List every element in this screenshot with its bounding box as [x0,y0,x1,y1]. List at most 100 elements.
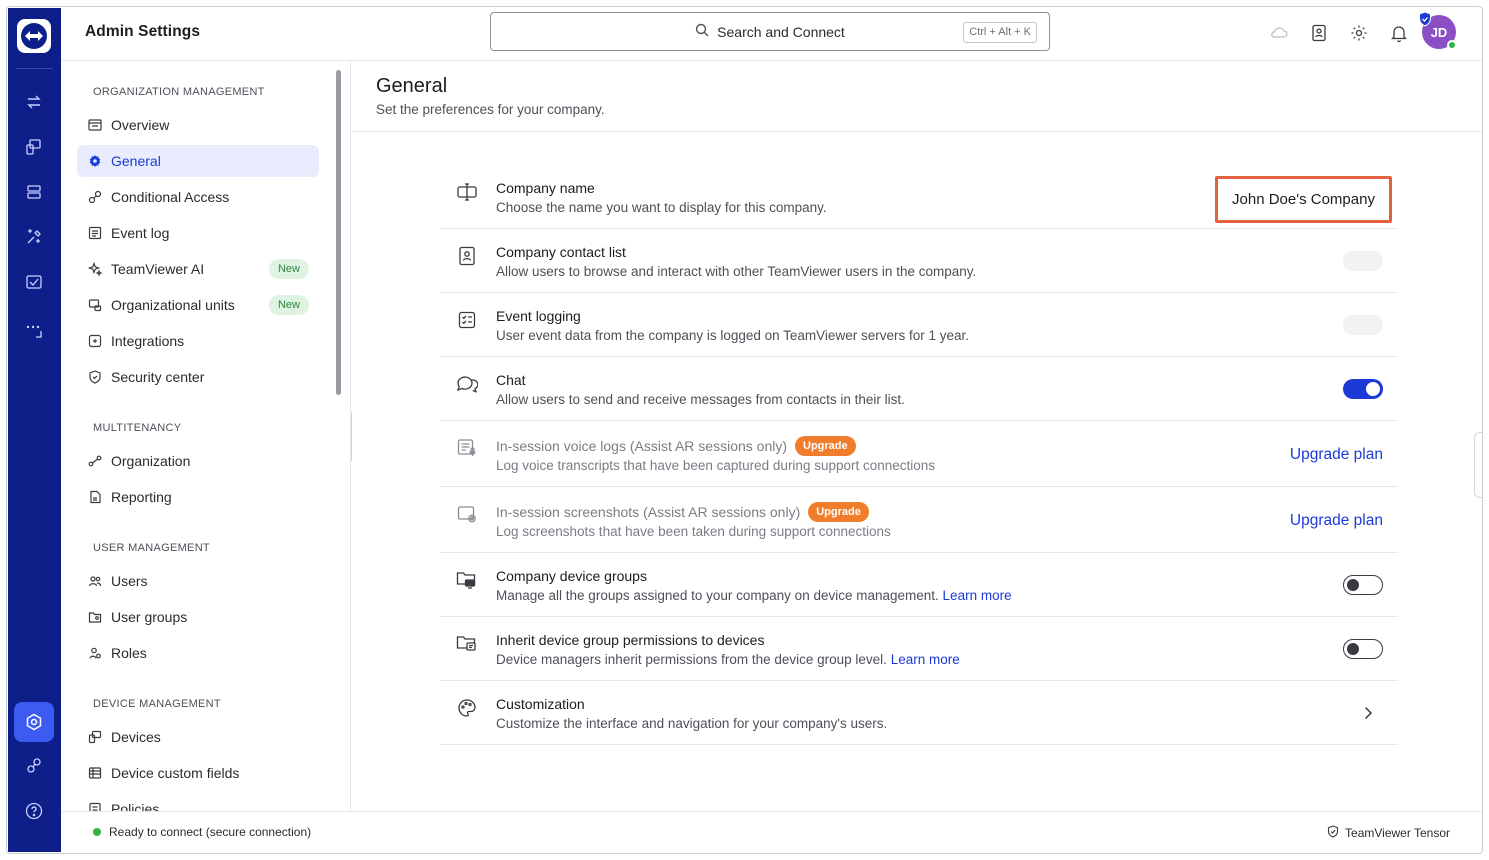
page-title: General [376,75,448,97]
section-user-management: USER MANAGEMENT [93,542,210,554]
new-badge: New [268,295,309,315]
sidebar-item-event-log[interactable]: Event log [77,217,319,249]
sidebar-item-label: User groups [111,609,188,625]
chat-toggle[interactable] [1343,379,1383,399]
devices-icon [87,729,103,745]
monitoring-icon[interactable] [22,270,46,294]
setting-row-chat: Chat Allow users to send and receive mes… [440,357,1398,421]
sidebar-item-label: Security center [111,369,205,385]
sidebar-item-roles[interactable]: Roles [77,637,319,669]
company-name-field[interactable]: John Doe's Company [1215,176,1392,223]
sidebar-item-policies[interactable]: Policies [77,793,319,811]
setting-row-company-name: Company name Choose the name you want to… [440,165,1398,229]
search-input[interactable]: Search and Connect Ctrl + Alt + K [490,12,1050,51]
app-window: Admin Settings Search and Connect Ctrl +… [0,0,1489,860]
sessions-icon[interactable] [22,180,46,204]
integrations-rail-icon[interactable] [22,754,46,778]
more-icon[interactable] [22,318,46,342]
sidebar-item-overview[interactable]: Overview [77,109,319,141]
sidebar-item-device-custom-fields[interactable]: Device custom fields [77,757,319,789]
sidebar-item-user-groups[interactable]: User groups [77,601,319,633]
page-subtitle: Set the preferences for your company. [376,102,605,117]
admin-settings-rail-icon[interactable] [14,702,54,742]
teamviewer-logo-icon[interactable] [17,19,51,53]
sidebar-item-label: Users [111,573,148,589]
upgrade-plan-link[interactable]: Upgrade plan [1290,512,1383,530]
sidebar-item-label: Organizational units [111,297,235,313]
sidebar-item-organization[interactable]: Organization [77,445,319,477]
sidebar-item-label: General [111,153,161,169]
sidebar-scrollbar[interactable] [336,70,341,395]
integrations-icon [87,333,103,349]
main-content: General Set the preferences for your com… [352,62,1482,811]
side-panel-handle[interactable] [1474,432,1482,498]
setting-description: Allow users to send and receive messages… [496,392,905,407]
bell-icon[interactable] [1388,22,1410,44]
settings-gear-icon[interactable] [1348,22,1370,44]
app-title: Admin Settings [85,23,201,40]
setting-title: Company contact list [496,244,626,260]
learn-more-link[interactable]: Learn more [943,588,1012,603]
sidebar-item-integrations[interactable]: Integrations [77,325,319,357]
tools-icon[interactable] [22,225,46,249]
contacts-icon[interactable] [1308,22,1330,44]
title-divider [352,131,1482,132]
voice-log-icon [456,437,478,459]
sidebar-item-label: Roles [111,645,147,661]
setting-description: Choose the name you want to display for … [496,200,827,215]
setting-title: Company name [496,180,595,196]
overview-icon [87,117,103,133]
sidebar-item-reporting[interactable]: Reporting [77,481,319,513]
event-log-icon [87,225,103,241]
upgrade-badge: Upgrade [808,502,869,522]
upgrade-plan-link[interactable]: Upgrade plan [1290,446,1383,464]
tensor-label: TeamViewer Tensor [1327,825,1450,841]
inherit-permissions-toggle[interactable] [1343,639,1383,659]
user-groups-icon [87,609,103,625]
contact-list-toggle[interactable] [1343,251,1383,271]
reporting-icon [87,489,103,505]
setting-description: Allow users to browse and interact with … [496,264,977,279]
left-rail [8,8,61,852]
sidebar-item-users[interactable]: Users [77,565,319,597]
sidebar-item-conditional-access[interactable]: Conditional Access [77,181,319,213]
setting-description: Device managers inherit permissions from… [496,652,960,667]
event-logging-toggle[interactable] [1343,315,1383,335]
setting-row-customization[interactable]: Customization Customize the interface an… [440,681,1398,745]
status-bar: Ready to connect (secure connection) Tea… [61,811,1482,852]
device-groups-toggle[interactable] [1343,575,1383,595]
help-icon[interactable] [22,799,46,823]
sidebar-item-general[interactable]: General [77,145,319,177]
setting-row-inherit-permissions: Inherit device group permissions to devi… [440,617,1398,681]
devices-rail-icon[interactable] [22,135,46,159]
avatar[interactable]: JD [1419,11,1457,50]
sidebar-item-label: Device custom fields [111,765,240,781]
avatar-initials: JD [1430,24,1448,40]
checklist-icon [456,309,478,331]
search-shortcut: Ctrl + Alt + K [963,22,1037,43]
chevron-right-icon[interactable] [1360,703,1376,723]
setting-title: Chat [496,372,526,388]
setting-title: In-session voice logs (Assist AR session… [496,436,856,456]
device-folder-icon [456,569,478,591]
setting-row-company-device-groups: Company device groups Manage all the gro… [440,553,1398,617]
sidebar-item-security-center[interactable]: Security center [77,361,319,393]
setting-description: User event data from the company is logg… [496,328,969,343]
sidebar-item-label: Devices [111,729,161,745]
section-device-management: DEVICE MANAGEMENT [93,698,221,710]
shield-icon [87,369,103,385]
remote-connect-icon[interactable] [22,90,46,114]
learn-more-link[interactable]: Learn more [891,652,960,667]
gear-icon [87,153,103,169]
sidebar-item-label: Integrations [111,333,185,349]
cloud-status-icon[interactable] [1268,22,1290,44]
setting-title: In-session screenshots (Assist AR sessio… [496,502,869,522]
sidebar-item-teamviewer-ai[interactable]: TeamViewer AI New [77,253,319,285]
setting-row-company-contact-list: Company contact list Allow users to brow… [440,229,1398,293]
section-multitenancy: MULTITENANCY [93,422,182,434]
sidebar-item-organizational-units[interactable]: Organizational units New [77,289,319,321]
connection-status-text: Ready to connect (secure connection) [109,825,312,839]
sidebar-item-devices[interactable]: Devices [77,721,319,753]
online-status-dot [1447,40,1457,50]
search-placeholder: Search and Connect [717,23,845,40]
